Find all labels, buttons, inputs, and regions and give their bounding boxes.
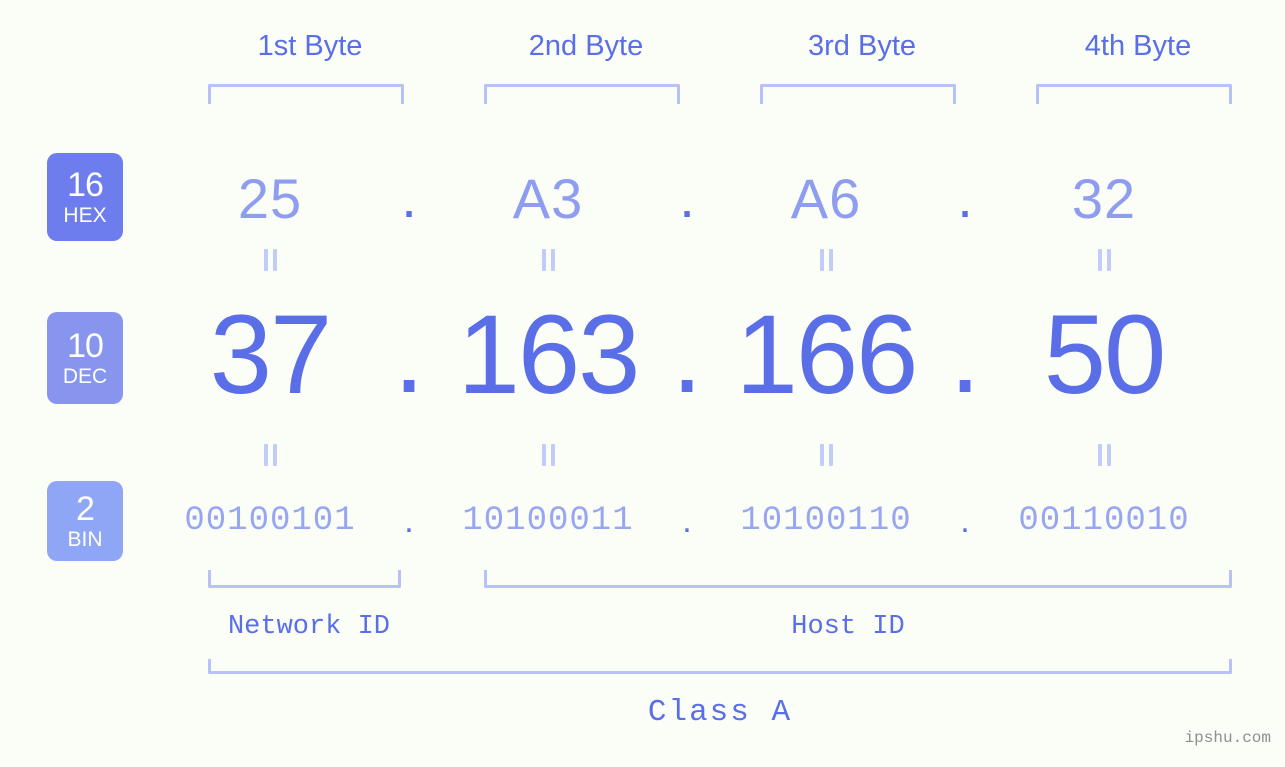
equals-icon (262, 444, 278, 466)
byte-bracket-4 (1036, 84, 1232, 104)
hex-separator-3: . (957, 166, 973, 230)
dec-separator-2: . (671, 291, 703, 417)
bin-octet-3: 10100110 (740, 502, 912, 540)
base-badge-hex-name: HEX (63, 204, 107, 227)
equals-icon (262, 249, 278, 271)
equality-gap-2 (668, 249, 706, 276)
class-label: Class A (647, 695, 793, 730)
base-badge-dec-number: 10 (67, 327, 104, 365)
equality-marks-dec-bin (150, 444, 1258, 471)
base-badge-bin: 2 BIN (47, 481, 123, 561)
bin-octet-4: 00110010 (1018, 502, 1190, 540)
byte-header-4: 4th Byte (1084, 30, 1192, 62)
hex-octet-4: 32 (1071, 166, 1137, 230)
equals-icon (818, 444, 834, 466)
hex-octet-1: 25 (237, 166, 303, 230)
equality-mark-8 (984, 444, 1224, 471)
host-id-label: Host ID (791, 612, 905, 642)
equals-icon (540, 249, 556, 271)
equality-gap-1 (390, 249, 428, 276)
equality-mark-6 (428, 444, 668, 471)
bin-separator-3: . (960, 501, 970, 540)
dec-row: 37 . 163 . 166 . 50 (150, 288, 1258, 420)
equality-gap-3 (946, 249, 984, 276)
equals-icon (540, 444, 556, 466)
bin-row: 00100101 . 10100011 . 10100110 . 0011001… (150, 490, 1258, 552)
equality-mark-7 (706, 444, 946, 471)
dec-separator-3: . (949, 291, 981, 417)
dec-octet-3: 166 (735, 291, 919, 417)
dec-separator-1: . (393, 291, 425, 417)
byte-bracket-2 (484, 84, 680, 104)
host-id-bracket (484, 570, 1232, 588)
ip-breakdown-diagram: 1st Byte 2nd Byte 3rd Byte 4th Byte 16 H… (0, 0, 1285, 767)
equality-mark-5 (150, 444, 390, 471)
base-badge-bin-number: 2 (76, 490, 95, 528)
byte-header-1: 1st Byte (257, 30, 363, 62)
network-id-bracket (208, 570, 401, 588)
base-badge-dec: 10 DEC (47, 312, 123, 404)
base-badge-dec-name: DEC (62, 365, 108, 388)
equals-icon (1096, 249, 1112, 271)
base-badge-hex: 16 HEX (47, 153, 123, 241)
base-badge-hex-number: 16 (67, 166, 104, 204)
hex-octet-3: A6 (790, 166, 862, 230)
bin-separator-2: . (682, 501, 692, 540)
equality-gap-6 (946, 444, 984, 471)
equals-icon (1096, 444, 1112, 466)
byte-bracket-1 (208, 84, 404, 104)
watermark: ipshu.com (1184, 729, 1271, 747)
hex-separator-1: . (401, 166, 417, 230)
bin-separator-1: . (404, 501, 414, 540)
network-id-label: Network ID (227, 612, 391, 642)
equals-icon (818, 249, 834, 271)
hex-octet-2: A3 (512, 166, 584, 230)
dec-octet-1: 37 (209, 291, 333, 417)
bin-octet-2: 10100011 (462, 502, 634, 540)
dec-octet-4: 50 (1043, 291, 1167, 417)
equality-marks-hex-dec (150, 249, 1258, 276)
base-badge-bin-name: BIN (67, 528, 103, 551)
hex-row: 25 . A3 . A6 . 32 (150, 152, 1258, 244)
hex-separator-2: . (679, 166, 695, 230)
dec-octet-2: 163 (457, 291, 641, 417)
bin-octet-1: 00100101 (184, 502, 356, 540)
equality-gap-4 (390, 444, 428, 471)
byte-header-2: 2nd Byte (528, 30, 644, 62)
byte-bracket-3 (760, 84, 956, 104)
equality-mark-4 (984, 249, 1224, 276)
byte-header-3: 3rd Byte (808, 30, 916, 62)
equality-mark-2 (428, 249, 668, 276)
class-bracket (208, 659, 1232, 674)
equality-gap-5 (668, 444, 706, 471)
equality-mark-3 (706, 249, 946, 276)
equality-mark-1 (150, 249, 390, 276)
